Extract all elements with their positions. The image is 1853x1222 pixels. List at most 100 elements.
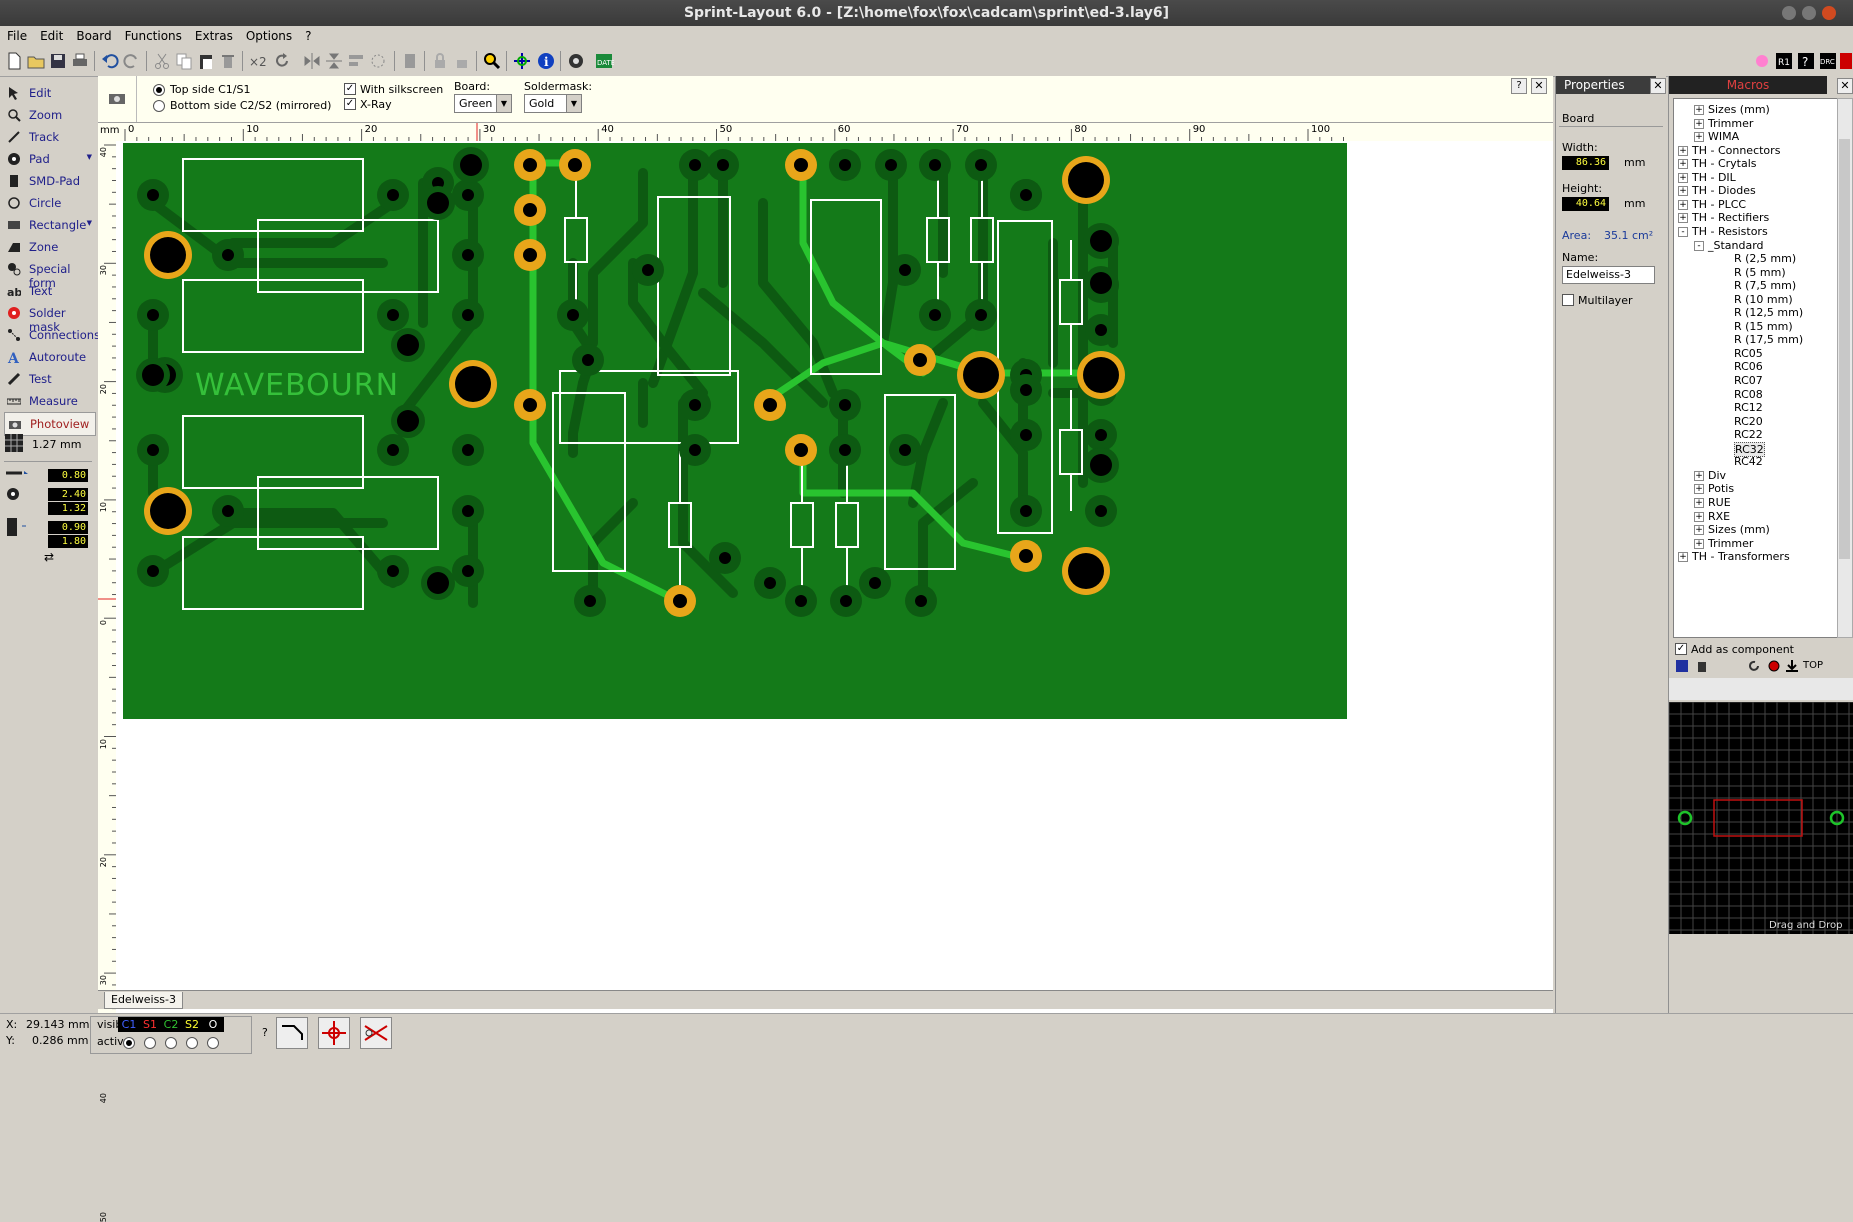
macro-tree-item[interactable]: Sizes (mm) <box>1708 523 1770 536</box>
layer-visible-c2[interactable]: C2 <box>160 1017 182 1032</box>
width-input[interactable]: 86.36 <box>1562 156 1609 170</box>
pcb-board[interactable]: WAVEBOURN <box>123 143 1347 719</box>
macro-tree-item[interactable]: TH - PLCC <box>1692 198 1746 211</box>
menu-functions[interactable]: Functions <box>118 26 188 43</box>
pcb-pad[interactable] <box>452 495 484 527</box>
pcb-pad[interactable] <box>453 147 489 183</box>
macro-tree-item[interactable]: R (10 mm) <box>1734 293 1793 306</box>
drc-icon[interactable]: DRC <box>1818 51 1838 71</box>
macro-record-icon[interactable] <box>1767 659 1781 673</box>
menu-file[interactable]: File <box>0 26 33 43</box>
menu-help[interactable]: ? <box>298 26 317 43</box>
pcb-pad[interactable] <box>965 149 997 181</box>
pcb-pad[interactable] <box>377 179 409 211</box>
save-icon[interactable] <box>48 51 68 71</box>
new-file-icon[interactable] <box>4 51 24 71</box>
macro-tree-item[interactable]: R (7,5 mm) <box>1734 279 1796 292</box>
pcb-pad[interactable] <box>452 239 484 271</box>
close-button[interactable] <box>1822 6 1836 20</box>
pcb-pad[interactable] <box>572 344 604 376</box>
paste-icon[interactable] <box>196 51 216 71</box>
tool-solder-mask[interactable]: Solder mask <box>4 302 94 334</box>
pcb-pad[interactable] <box>679 434 711 466</box>
pcb-pad[interactable] <box>1010 419 1042 451</box>
pcb-pad[interactable] <box>754 389 786 421</box>
param-pad-outer[interactable]: 2.40 <box>48 488 88 501</box>
pcb-pad[interactable] <box>421 566 455 600</box>
pcb-pad[interactable] <box>709 542 741 574</box>
pcb-pad[interactable] <box>919 299 951 331</box>
component-icon[interactable] <box>400 51 420 71</box>
cut-icon[interactable] <box>152 51 172 71</box>
update-date-icon[interactable]: DATE <box>594 51 614 71</box>
pcb-pad[interactable] <box>785 585 817 617</box>
silkscreen-checkbox[interactable]: ✓ <box>344 83 356 95</box>
tool-special-form[interactable]: Special form <box>4 258 94 290</box>
group-icon[interactable] <box>368 51 388 71</box>
dropdown-arrow-icon[interactable]: ▼ <box>87 219 92 227</box>
pcb-pad[interactable] <box>1010 540 1042 572</box>
pcb-pad[interactable] <box>1062 156 1110 204</box>
pcb-pad[interactable] <box>679 149 711 181</box>
pcb-pad[interactable] <box>137 555 169 587</box>
param-track-width[interactable]: 0.80 <box>48 469 88 482</box>
pcb-pad[interactable] <box>1085 495 1117 527</box>
pcb-pad[interactable] <box>449 360 497 408</box>
macro-tree-item[interactable]: RC22 <box>1734 428 1763 441</box>
pcb-pad[interactable] <box>144 487 192 535</box>
macro-tree-item[interactable]: RC06 <box>1734 360 1763 373</box>
pcb-pad[interactable] <box>559 149 591 181</box>
add-as-component-checkbox[interactable]: ✓ <box>1675 643 1687 655</box>
pcb-pad[interactable] <box>875 149 907 181</box>
macro-tree-item[interactable]: RC20 <box>1734 415 1763 428</box>
align-icon[interactable] <box>346 51 366 71</box>
macro-tree-item[interactable]: Sizes (mm) <box>1708 103 1770 116</box>
pcb-pad[interactable] <box>965 299 997 331</box>
tool-measure[interactable]: Measure <box>4 390 94 412</box>
tool-photoview[interactable]: Photoview <box>4 412 96 436</box>
mirror-horizontal-icon[interactable] <box>302 51 322 71</box>
tree-expand-icon[interactable]: - <box>1678 226 1688 237</box>
layer-active-radio[interactable] <box>144 1037 156 1049</box>
pcb-pad[interactable] <box>889 434 921 466</box>
pcb-pad[interactable] <box>889 254 921 286</box>
macro-tree-item[interactable]: TH - Diodes <box>1692 184 1756 197</box>
macro-tree-item[interactable]: _Standard <box>1708 239 1764 252</box>
extra-red-icon[interactable] <box>1840 51 1852 71</box>
pcb-pad[interactable] <box>1085 314 1117 346</box>
pcb-pad[interactable] <box>452 299 484 331</box>
tree-expand-icon[interactable]: + <box>1694 105 1704 115</box>
layer-visible-s2[interactable]: S2 <box>181 1017 203 1032</box>
macro-tree-item[interactable]: Trimmer <box>1708 537 1753 550</box>
menu-extras[interactable]: Extras <box>188 26 239 43</box>
options-help-button[interactable]: ? <box>1511 78 1527 94</box>
tree-expand-icon[interactable]: + <box>1694 525 1704 536</box>
menu-edit[interactable]: Edit <box>33 26 69 43</box>
macro-delete-icon[interactable] <box>1695 659 1709 673</box>
macro-rotate-icon[interactable] <box>1747 659 1761 673</box>
properties-close-button[interactable]: ✕ <box>1650 78 1666 94</box>
pcb-pad[interactable] <box>452 434 484 466</box>
macro-tree-item[interactable]: TH - Transformers <box>1692 550 1790 563</box>
pcb-pad[interactable] <box>919 149 951 181</box>
layer-visible-c1[interactable]: C1 <box>118 1017 140 1032</box>
pcb-pad[interactable] <box>679 389 711 421</box>
pcb-pad[interactable] <box>137 299 169 331</box>
pcb-pad[interactable] <box>785 149 817 181</box>
copy-icon[interactable] <box>174 51 194 71</box>
board-color-select[interactable]: Green ▼ <box>454 94 512 113</box>
pcb-pad[interactable] <box>557 299 589 331</box>
pcb-pad[interactable] <box>514 149 546 181</box>
tree-expand-icon[interactable]: + <box>1678 199 1688 210</box>
macro-place-icon[interactable] <box>1785 659 1799 673</box>
macro-tree-item[interactable]: WIMA <box>1708 130 1739 143</box>
unlock-icon[interactable] <box>452 51 472 71</box>
dropdown-arrow-icon[interactable]: ▼ <box>87 153 92 161</box>
macro-tree-item[interactable]: TH - Crytals <box>1692 157 1757 170</box>
maximize-button[interactable] <box>1802 6 1816 20</box>
tree-expand-icon[interactable]: + <box>1694 132 1704 143</box>
param-smd-h[interactable]: 1.80 <box>48 535 88 548</box>
macro-tree-item[interactable]: RC12 <box>1734 401 1763 414</box>
macro-tree-item[interactable]: R (17,5 mm) <box>1734 333 1803 346</box>
pcb-pad[interactable] <box>377 434 409 466</box>
